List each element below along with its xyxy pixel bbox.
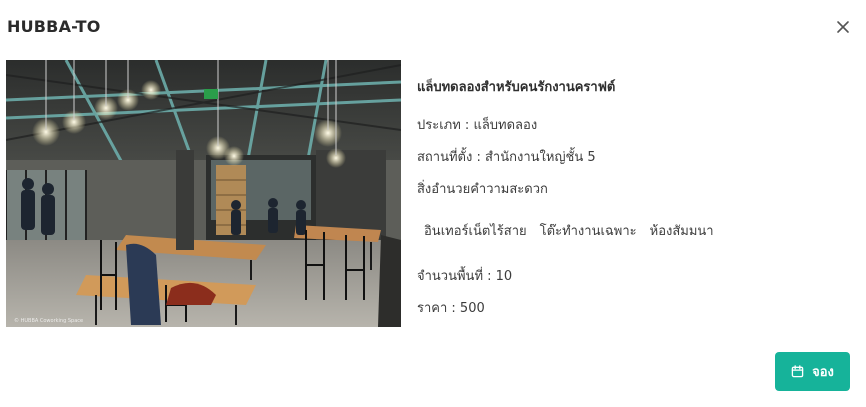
- space-capacity: จำนวนพื้นที่ : 10: [417, 269, 513, 284]
- amenity-seminar-room: ห้องสัมมนา: [649, 224, 714, 239]
- amenity-list: อินเทอร์เน็ตไร้สาย โต๊ะทำงานเฉพาะ ห้องสั…: [424, 220, 714, 241]
- space-name: แล็บทดลองสำหรับคนรักงานคราฟต์: [417, 80, 616, 95]
- close-icon: [837, 21, 849, 33]
- book-button-label: จอง: [812, 365, 834, 380]
- calendar-icon: [791, 365, 804, 378]
- amenity-wifi: อินเทอร์เน็ตไร้สาย: [424, 224, 527, 239]
- space-price: ราคา : 500: [417, 301, 485, 316]
- book-button[interactable]: จอง: [775, 352, 850, 391]
- close-button[interactable]: [835, 19, 851, 35]
- photo-caption: © HUBBA Coworking Space: [14, 317, 83, 324]
- space-detail-modal: HUBBA-TO © HUBBA Coworking Space แล็บทดล…: [0, 0, 866, 407]
- amenities-heading: สิ่งอำนวยคำวามสะดวก: [417, 182, 548, 197]
- amenity-dedicated-desk: โต๊ะทำงานเฉพาะ: [539, 224, 637, 239]
- space-location: สถานที่ตั้ง : สำนักงานใหญ่ชั้น 5: [417, 150, 596, 165]
- modal-title: HUBBA-TO: [7, 17, 101, 36]
- space-type: ประเภท : แล็บทดลอง: [417, 118, 538, 133]
- space-photo: © HUBBA Coworking Space: [6, 60, 401, 327]
